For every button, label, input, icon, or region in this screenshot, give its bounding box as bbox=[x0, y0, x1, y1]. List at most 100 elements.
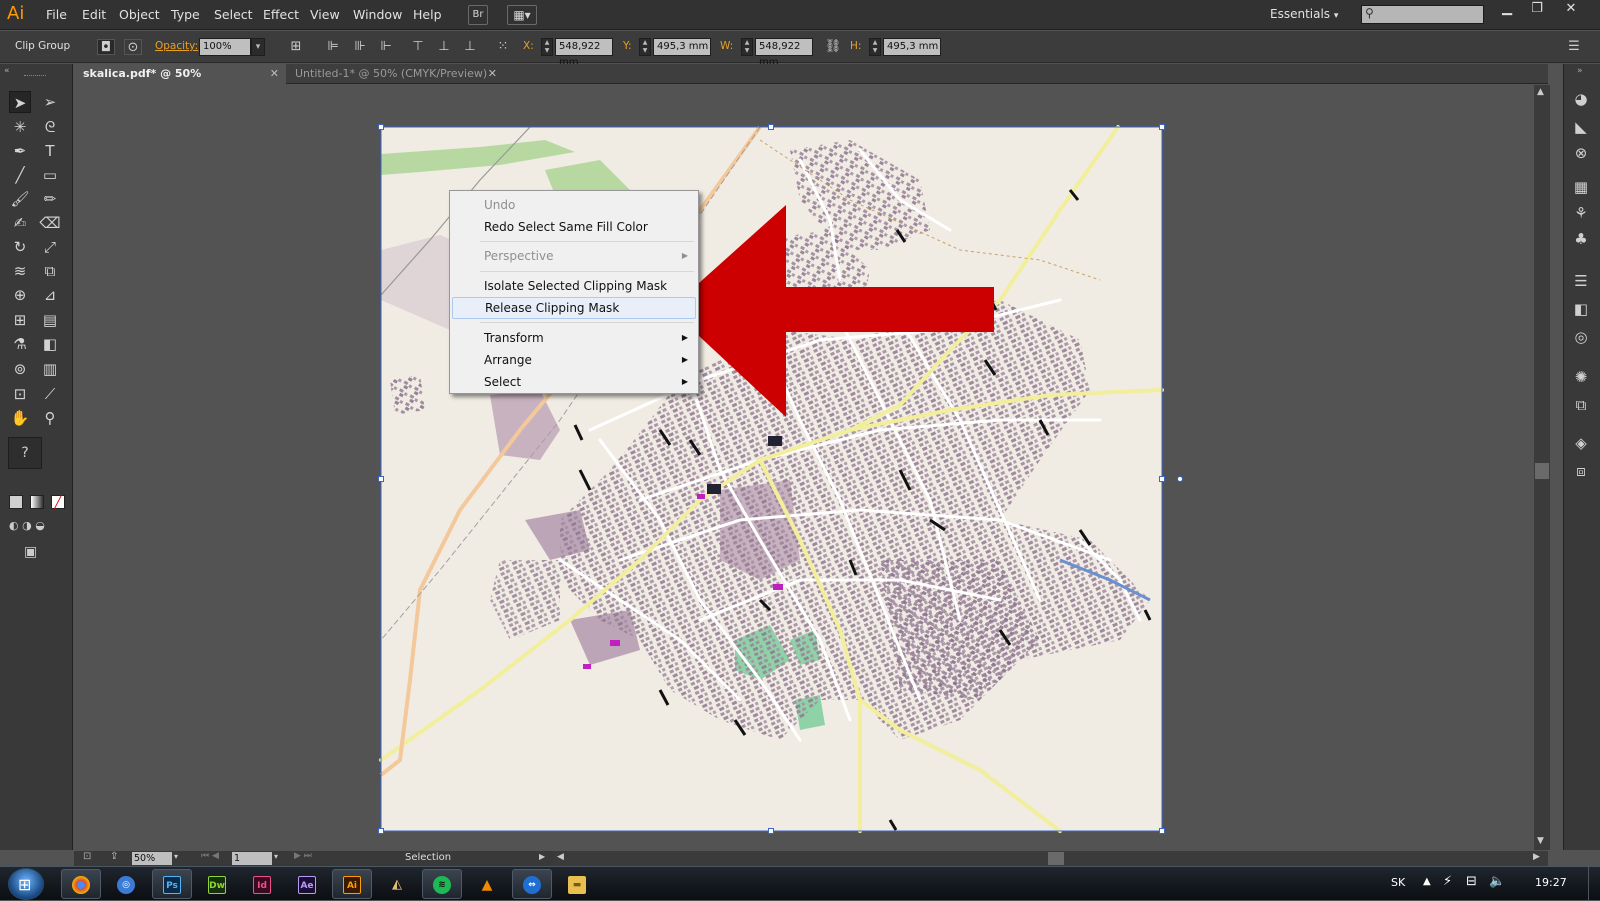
y-field[interactable]: 495,3 mm bbox=[653, 38, 711, 56]
h-field[interactable]: 495,3 mm bbox=[883, 38, 941, 56]
type-tool-icon[interactable]: T bbox=[39, 140, 61, 162]
symbols-icon[interactable]: ♣ bbox=[1570, 228, 1592, 250]
drawing-modes-icon[interactable]: ◐ ◑ ◒ bbox=[9, 519, 67, 535]
rotate-tool-icon[interactable]: ↻ bbox=[9, 236, 31, 258]
menu-item-arrange[interactable]: Arrange ▶ bbox=[452, 349, 696, 371]
lasso-tool-icon[interactable]: ᘓ bbox=[39, 116, 61, 138]
power-icon[interactable]: ⚡ bbox=[1443, 874, 1452, 889]
resize-handle[interactable] bbox=[1159, 124, 1165, 130]
taskbar-explorer[interactable]: ▬ bbox=[557, 869, 597, 899]
none-mode-icon[interactable]: ╱ bbox=[51, 495, 65, 509]
zoom-dropdown-icon[interactable]: ▾ bbox=[174, 852, 178, 861]
screen-mode-icon[interactable]: ▣ bbox=[24, 544, 46, 560]
restore-button[interactable]: ❐ bbox=[1522, 1, 1552, 19]
resize-handle[interactable] bbox=[378, 124, 384, 130]
pencil-tool-icon[interactable]: ✏ bbox=[39, 188, 61, 210]
expand-panels-icon[interactable]: » bbox=[1577, 66, 1583, 76]
scroll-thumb[interactable] bbox=[1048, 852, 1064, 865]
align-right-icon[interactable]: ⊩ bbox=[377, 39, 395, 55]
menu-file[interactable]: File bbox=[46, 7, 67, 22]
eyedropper-tool-icon[interactable]: ⚗ bbox=[9, 333, 31, 355]
opacity-label[interactable]: Opacity: bbox=[155, 40, 198, 52]
x-field[interactable]: 548,922 mm bbox=[555, 38, 613, 68]
blob-brush-tool-icon[interactable]: ✍ bbox=[9, 212, 31, 234]
close-tab-icon[interactable]: ✕ bbox=[488, 64, 497, 84]
pen-tool-icon[interactable]: ✒ bbox=[9, 140, 31, 162]
y-stepper[interactable]: ▲ ▼ bbox=[639, 38, 651, 56]
tab-untitled[interactable]: Untitled-1* @ 50% (CMYK/Preview) ✕ bbox=[286, 64, 504, 84]
network-icon[interactable]: ⊟ bbox=[1466, 874, 1477, 889]
page-dropdown-icon[interactable]: ▾ bbox=[274, 852, 278, 861]
color-guide-icon[interactable]: ◕ bbox=[1570, 88, 1592, 110]
menu-select[interactable]: Select bbox=[214, 7, 253, 22]
scroll-up-icon[interactable]: ▲ bbox=[1537, 87, 1544, 97]
line-tool-icon[interactable]: ╱ bbox=[9, 164, 31, 186]
magic-wand-tool-icon[interactable]: ✳ bbox=[9, 116, 31, 138]
w-stepper[interactable]: ▲ ▼ bbox=[741, 38, 753, 56]
gradient-panel-icon[interactable]: ◧ bbox=[1570, 298, 1592, 320]
scroll-down-icon[interactable]: ▼ bbox=[1537, 836, 1544, 846]
appearance-icon[interactable]: ✺ bbox=[1570, 366, 1592, 388]
resize-handle[interactable] bbox=[1159, 828, 1165, 834]
free-transform-tool-icon[interactable]: ⧉ bbox=[39, 260, 61, 282]
rotate-handle[interactable] bbox=[1177, 476, 1183, 482]
shape-builder-tool-icon[interactable]: ⊕ bbox=[9, 284, 31, 306]
clock[interactable]: 19:27 bbox=[1535, 876, 1567, 889]
taskbar-archicad[interactable]: ◭ bbox=[377, 869, 417, 899]
taskbar-illustrator[interactable]: Ai bbox=[332, 869, 372, 899]
menu-window[interactable]: Window bbox=[353, 7, 402, 22]
panel-menu-icon[interactable]: ☰ bbox=[1565, 39, 1583, 55]
taskbar-photoshop[interactable]: Ps bbox=[152, 869, 192, 899]
x-stepper[interactable]: ▲ ▼ bbox=[541, 38, 553, 56]
taskbar-teamviewer[interactable]: ⇔ bbox=[512, 869, 552, 899]
export-icon[interactable]: ⇪ bbox=[110, 851, 118, 862]
start-button[interactable]: ⊞ bbox=[8, 868, 44, 900]
taskbar-dreamweaver[interactable]: Dw bbox=[197, 869, 237, 899]
status-menu-icon[interactable]: ▶ bbox=[539, 852, 545, 861]
taskbar-spotify[interactable]: ≋ bbox=[422, 869, 462, 899]
align-middle-icon[interactable]: ⊥ bbox=[435, 39, 453, 55]
horizontal-scrollbar[interactable]: ◀ ▶ bbox=[553, 851, 1548, 866]
menu-object[interactable]: Object bbox=[119, 7, 160, 22]
zoom-tool-icon[interactable]: ⚲ bbox=[39, 407, 61, 429]
mesh-tool-icon[interactable]: ⊞ bbox=[9, 309, 31, 331]
search-input[interactable]: ⚲ bbox=[1361, 5, 1484, 24]
resize-handle[interactable] bbox=[378, 476, 384, 482]
color-mode-icon[interactable] bbox=[9, 495, 23, 509]
vertical-scrollbar[interactable]: ▲ ▼ bbox=[1534, 85, 1550, 850]
reference-point-icon[interactable]: ⁙ bbox=[494, 39, 512, 55]
menu-edit[interactable]: Edit bbox=[82, 7, 106, 22]
workspace-switcher[interactable]: Essentials ▾ bbox=[1270, 7, 1338, 21]
resize-handle[interactable] bbox=[768, 124, 774, 130]
brushes-icon[interactable]: ⚘ bbox=[1570, 202, 1592, 224]
paintbrush-tool-icon[interactable]: 🖌 bbox=[9, 188, 31, 210]
recolor-artwork-icon[interactable]: ⊞ bbox=[287, 39, 305, 55]
artboards-icon[interactable]: ⧈ bbox=[1570, 460, 1592, 482]
show-hidden-icons-icon[interactable]: ▲ bbox=[1423, 876, 1431, 887]
taskbar-after-effects[interactable]: Ae bbox=[287, 869, 327, 899]
document-canvas[interactable] bbox=[74, 85, 1534, 850]
constrain-proportions-icon[interactable]: ⛓ bbox=[824, 39, 842, 55]
menu-help[interactable]: Help bbox=[413, 7, 442, 22]
minimize-button[interactable]: ▁ bbox=[1492, 1, 1522, 19]
stroke-icon[interactable]: ☰ bbox=[1570, 270, 1592, 292]
color-panel-icon[interactable]: ◣ bbox=[1570, 116, 1592, 138]
h-stepper[interactable]: ▲ ▼ bbox=[869, 38, 881, 56]
taskbar-vlc[interactable]: ▲ bbox=[467, 869, 507, 899]
resize-handle[interactable] bbox=[378, 828, 384, 834]
scale-tool-icon[interactable]: ⤢ bbox=[39, 236, 61, 258]
taskbar-indesign[interactable]: Id bbox=[242, 869, 282, 899]
resize-handle[interactable] bbox=[1159, 476, 1165, 482]
taskbar-chrome-app[interactable]: ◎ bbox=[106, 869, 146, 899]
perspective-grid-tool-icon[interactable]: ⊿ bbox=[39, 284, 61, 306]
close-button[interactable]: ✕ bbox=[1556, 1, 1586, 19]
menu-effect[interactable]: Effect bbox=[263, 7, 299, 22]
align-left-icon[interactable]: ⊫ bbox=[324, 39, 342, 55]
align-center-icon[interactable]: ⊪ bbox=[351, 39, 369, 55]
symbol-sprayer-tool-icon[interactable]: ⊚ bbox=[9, 358, 31, 380]
layers-icon[interactable]: ◈ bbox=[1570, 432, 1592, 454]
menu-item-undo[interactable]: Undo bbox=[452, 194, 696, 216]
tab-skalica[interactable]: skalica.pdf* @ 50% (RGB/Preview) ✕ bbox=[74, 64, 286, 100]
opacity-dropdown-icon[interactable]: ▾ bbox=[251, 38, 265, 56]
align-bottom-icon[interactable]: ⊥ bbox=[461, 39, 479, 55]
